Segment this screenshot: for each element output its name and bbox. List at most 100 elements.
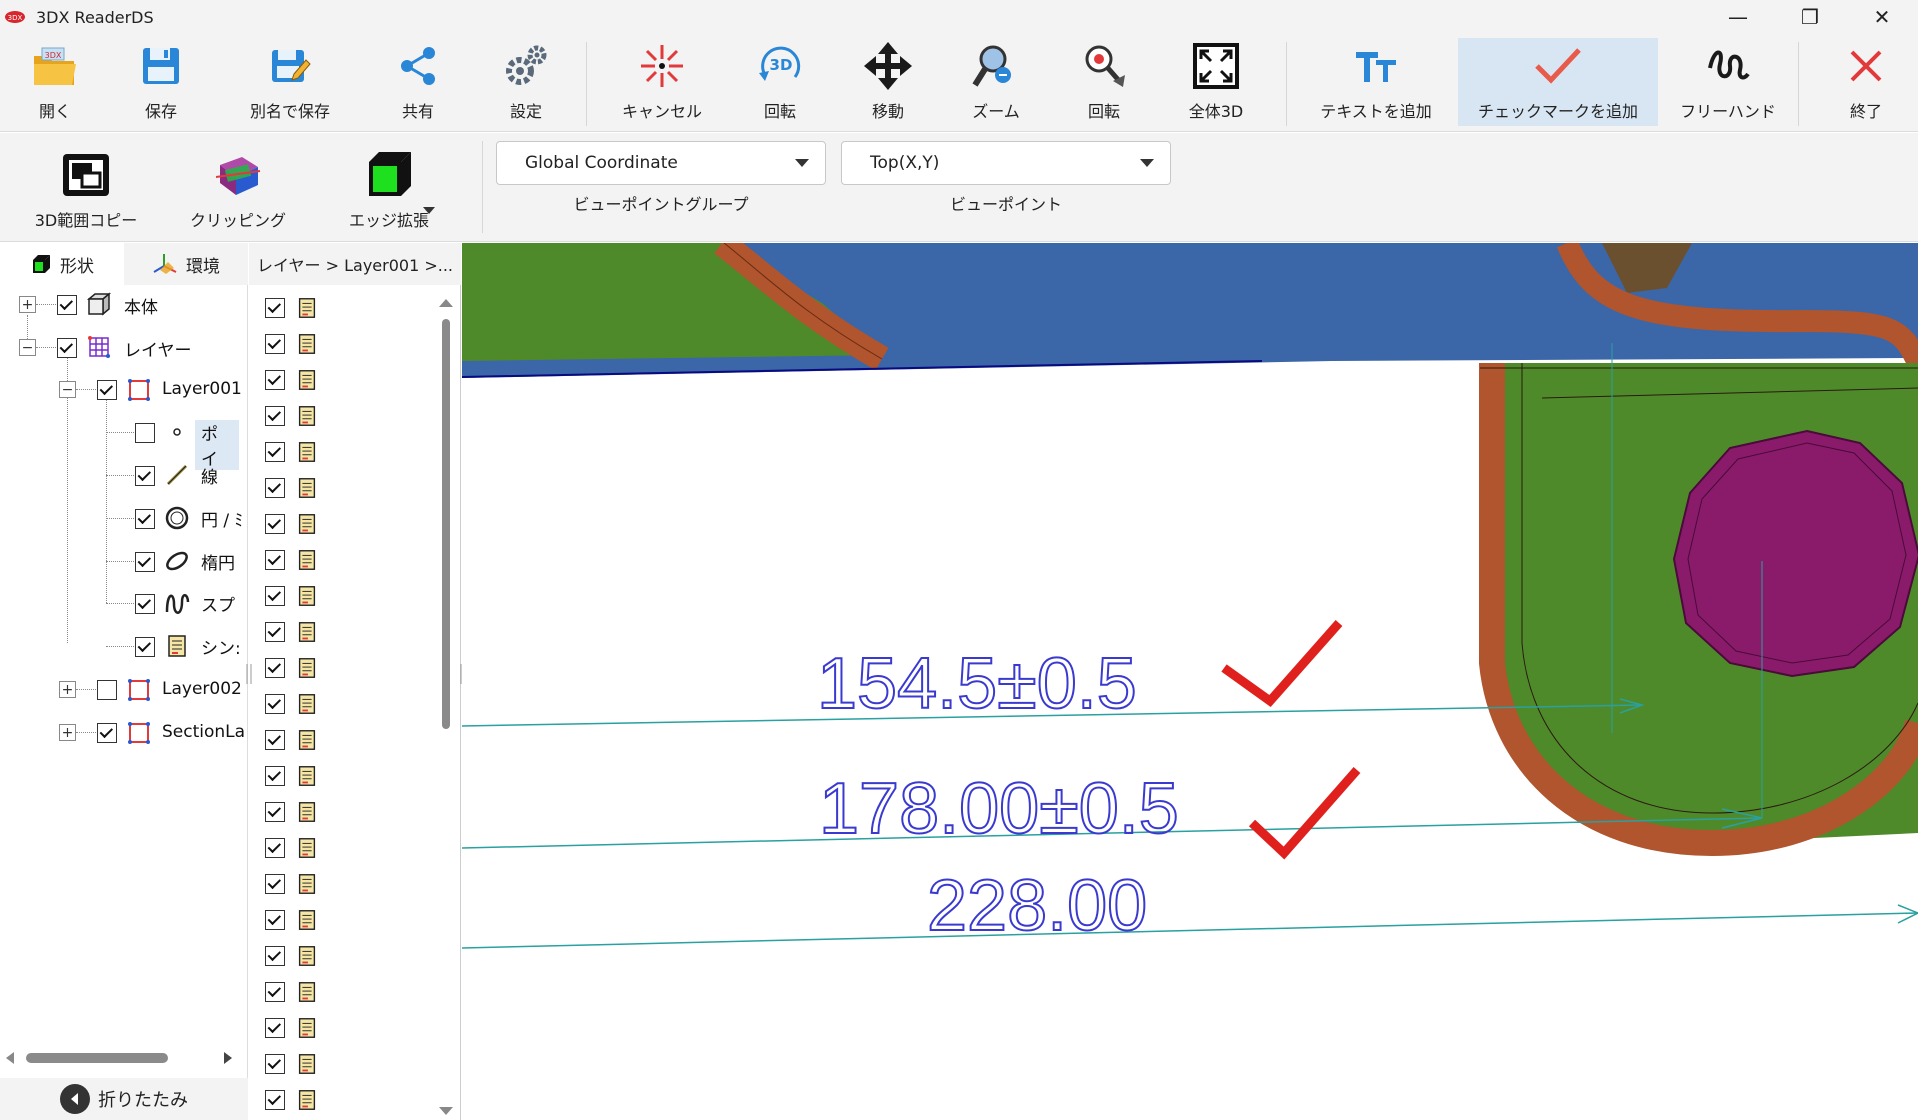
horizontal-scrollbar[interactable]	[0, 1047, 248, 1069]
layer-item-checkbox[interactable]	[265, 622, 285, 642]
exit-button[interactable]: 終了	[1836, 38, 1896, 126]
tree-label-ellipses[interactable]: 楕円	[201, 549, 235, 574]
open-button[interactable]: 3DX 開く	[18, 38, 92, 126]
layer-item-checkbox[interactable]	[265, 442, 285, 462]
close-button[interactable]: ✕	[1846, 0, 1918, 34]
tree-label-symbols[interactable]: シン:	[201, 634, 241, 659]
tree-label-section[interactable]: SectionLa	[162, 722, 246, 742]
layer-item-row[interactable]	[265, 366, 319, 394]
layer-item-checkbox[interactable]	[265, 730, 285, 750]
layer-item-row[interactable]	[265, 1086, 319, 1114]
layer-item-row[interactable]	[265, 798, 319, 826]
copy-3d-range-button[interactable]: 3D範囲コピー	[30, 147, 142, 235]
share-button[interactable]: 共有	[392, 38, 444, 126]
layer-item-row[interactable]	[265, 438, 319, 466]
layer-item-row[interactable]	[265, 330, 319, 358]
move-button[interactable]: 移動	[860, 38, 916, 126]
lines-checkbox[interactable]	[135, 466, 155, 486]
layer-item-row[interactable]	[265, 654, 319, 682]
rotate-3d-button[interactable]: 3D 回転	[752, 38, 808, 126]
layer-item-row[interactable]	[265, 402, 319, 430]
layer-item-checkbox[interactable]	[265, 658, 285, 678]
edge-expand-button[interactable]: エッジ拡張	[334, 147, 444, 235]
maximize-button[interactable]: ❐	[1774, 0, 1846, 34]
layer-item-row[interactable]	[265, 762, 319, 790]
dimension-label-2[interactable]: 178.00±0.5	[818, 768, 1180, 850]
tab-shape[interactable]: 形状	[0, 243, 124, 285]
rotate-button[interactable]: 回転	[1076, 38, 1132, 126]
tree-label-body[interactable]: 本体	[124, 293, 158, 318]
3d-viewport[interactable]: 154.5±0.5 178.00±0.5 228.00	[462, 243, 1918, 1120]
layer-item-checkbox[interactable]	[265, 802, 285, 822]
checkmark-annotation-2[interactable]	[1248, 767, 1361, 860]
splitter-handle-icon[interactable]	[240, 662, 258, 686]
collapse-toggle[interactable]: −	[59, 381, 76, 398]
layer-item-checkbox[interactable]	[265, 550, 285, 570]
layer-item-row[interactable]	[265, 1014, 319, 1042]
edge-expand-dropdown-icon[interactable]	[423, 207, 435, 215]
points-checkbox[interactable]	[135, 423, 155, 443]
layer-item-row[interactable]	[265, 546, 319, 574]
section-layer-checkbox[interactable]	[97, 723, 117, 743]
layer-item-row[interactable]	[265, 474, 319, 502]
layer-item-row[interactable]	[265, 294, 319, 322]
layer-item-row[interactable]	[265, 870, 319, 898]
minimize-button[interactable]: —	[1702, 0, 1774, 34]
tree-label-lines[interactable]: 線	[201, 463, 218, 488]
viewpoint-group-select[interactable]: Global Coordinate	[496, 141, 826, 185]
collapse-toggle[interactable]: −	[19, 339, 36, 356]
layer-item-checkbox[interactable]	[265, 406, 285, 426]
layers-checkbox[interactable]	[57, 338, 77, 358]
dimension-label-1[interactable]: 154.5±0.5	[816, 643, 1138, 725]
layer-item-checkbox[interactable]	[265, 838, 285, 858]
layer-item-row[interactable]	[265, 618, 319, 646]
layer-item-checkbox[interactable]	[265, 334, 285, 354]
layer-item-checkbox[interactable]	[265, 910, 285, 930]
layer002-checkbox[interactable]	[97, 680, 117, 700]
tree-label-layer002[interactable]: Layer002	[162, 679, 242, 699]
layer001-checkbox[interactable]	[97, 380, 117, 400]
symbols-checkbox[interactable]	[135, 637, 155, 657]
tree-label-circles[interactable]: 円 / ﾐ	[201, 506, 243, 531]
layer-item-row[interactable]	[265, 906, 319, 934]
layer-item-row[interactable]	[265, 1050, 319, 1078]
tree-label-splines[interactable]: スプ	[201, 591, 235, 616]
layer-item-checkbox[interactable]	[265, 1054, 285, 1074]
layer-item-row[interactable]	[265, 978, 319, 1006]
save-as-button[interactable]: 別名で保存	[240, 38, 340, 126]
model-drawing[interactable]: 154.5±0.5 178.00±0.5 228.00	[462, 243, 1918, 1120]
dimension-label-3[interactable]: 228.00	[926, 865, 1148, 947]
settings-button[interactable]: 設定	[500, 38, 552, 126]
save-button[interactable]: 保存	[126, 38, 196, 126]
layer-item-checkbox[interactable]	[265, 298, 285, 318]
layer-item-checkbox[interactable]	[265, 982, 285, 1002]
layer-item-checkbox[interactable]	[265, 514, 285, 534]
tree-label-layers[interactable]: レイヤー	[124, 336, 192, 361]
layer-item-checkbox[interactable]	[265, 766, 285, 786]
layer-item-row[interactable]	[265, 942, 319, 970]
cancel-button[interactable]: キャンセル	[622, 38, 702, 126]
viewpoint-select[interactable]: Top(X,Y)	[841, 141, 1171, 185]
layer-item-checkbox[interactable]	[265, 1018, 285, 1038]
expand-toggle[interactable]: +	[59, 724, 76, 741]
layer-item-checkbox[interactable]	[265, 694, 285, 714]
ellipses-checkbox[interactable]	[135, 552, 155, 572]
checkmark-annotation-1[interactable]	[1221, 620, 1343, 708]
fit-3d-button[interactable]: 全体3D	[1180, 38, 1252, 126]
layer-item-row[interactable]	[265, 726, 319, 754]
zoom-button[interactable]: ズーム	[968, 38, 1024, 126]
layer-item-checkbox[interactable]	[265, 586, 285, 606]
splines-checkbox[interactable]	[135, 594, 155, 614]
body-checkbox[interactable]	[57, 295, 77, 315]
freehand-button[interactable]: フリーハンド	[1680, 38, 1776, 126]
tree-label-layer001[interactable]: Layer001	[162, 379, 242, 399]
layer-item-row[interactable]	[265, 582, 319, 610]
layer-item-checkbox[interactable]	[265, 370, 285, 390]
layer-item-checkbox[interactable]	[265, 478, 285, 498]
circles-checkbox[interactable]	[135, 509, 155, 529]
expand-toggle[interactable]: +	[59, 681, 76, 698]
collapse-panel-button[interactable]: 折りたたみ	[0, 1078, 248, 1120]
layer-item-checkbox[interactable]	[265, 874, 285, 894]
clipping-button[interactable]: クリッピング	[190, 147, 286, 235]
layer-item-checkbox[interactable]	[265, 946, 285, 966]
